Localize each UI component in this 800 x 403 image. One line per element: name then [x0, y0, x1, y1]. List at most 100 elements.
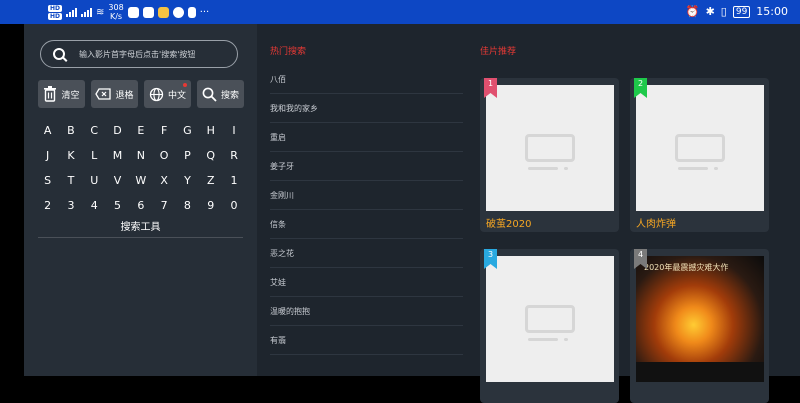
- movie-thumbnail-placeholder: [636, 85, 764, 211]
- clear-button[interactable]: 清空: [38, 80, 85, 108]
- clear-label: 清空: [61, 90, 80, 101]
- movie-card[interactable]: 2 人肉炸弹: [630, 78, 769, 232]
- poster-image: 2020年最震撼灾难大作: [636, 256, 764, 362]
- key-r[interactable]: R: [222, 149, 245, 162]
- key-x[interactable]: X: [152, 174, 175, 187]
- more-icon: ···: [199, 6, 210, 18]
- key-7[interactable]: 7: [152, 199, 175, 212]
- key-q[interactable]: Q: [199, 149, 222, 162]
- key-l[interactable]: L: [83, 149, 106, 162]
- key-0[interactable]: 0: [222, 199, 245, 212]
- tv-icon: [675, 134, 725, 170]
- key-4[interactable]: 4: [83, 199, 106, 212]
- keyboard-row: ABCDEFGHI: [36, 118, 246, 143]
- wechat-icon: [127, 6, 139, 18]
- signal-icon: [81, 7, 93, 17]
- chinese-input-button[interactable]: 中文: [144, 80, 191, 108]
- key-k[interactable]: K: [59, 149, 82, 162]
- movie-card[interactable]: 1 破茧2020: [480, 78, 619, 232]
- key-6[interactable]: 6: [129, 199, 152, 212]
- upload-icon: [187, 6, 196, 18]
- search-box[interactable]: [40, 40, 238, 68]
- recommendation-title: 佳片推荐: [480, 47, 517, 57]
- hot-search-item[interactable]: 八佰: [270, 65, 463, 94]
- status-left: HD HD ≋ 308 K/s ···: [48, 3, 209, 21]
- network-speed-unit: K/s: [109, 12, 123, 21]
- key-o[interactable]: O: [152, 149, 175, 162]
- hot-search-title: 热门搜索: [270, 47, 307, 57]
- key-p[interactable]: P: [176, 149, 199, 162]
- hot-search-item[interactable]: 姜子牙: [270, 152, 463, 181]
- hot-search-item[interactable]: 信条: [270, 210, 463, 239]
- clock: 15:00: [756, 5, 788, 18]
- hot-search-item[interactable]: 金刚川: [270, 181, 463, 210]
- hot-search-item[interactable]: 恶之花: [270, 239, 463, 268]
- movie-poster: 2020年最震撼灾难大作: [636, 256, 764, 382]
- key-s[interactable]: S: [36, 174, 59, 187]
- status-right: ⏰ ✱ ▯ 99 15:00: [686, 5, 788, 18]
- movie-title: 破茧2020: [486, 219, 532, 230]
- hot-search-item[interactable]: 我和我的家乡: [270, 94, 463, 123]
- key-z[interactable]: Z: [199, 174, 222, 187]
- backspace-button[interactable]: 退格: [91, 80, 138, 108]
- key-3[interactable]: 3: [59, 199, 82, 212]
- network-speed-value: 308: [108, 3, 124, 12]
- tv-icon: [525, 305, 575, 341]
- app-window: 清空 退格 中文 搜索 ABCDEFGHIJKLMNOPQRSTUVWXYZ12…: [24, 24, 800, 403]
- keyboard-row: STUVWXYZ1: [36, 168, 246, 193]
- key-c[interactable]: C: [83, 124, 106, 137]
- key-v[interactable]: V: [106, 174, 129, 187]
- hot-search-list: 八佰 我和我的家乡 重启 姜子牙 金刚川 信条 恶之花 艾娃 温暖的抱抱 有翡: [270, 65, 463, 355]
- chinese-label: 中文: [167, 90, 186, 101]
- globe-icon: [149, 87, 164, 101]
- hot-search-item[interactable]: 有翡: [270, 326, 463, 355]
- key-n[interactable]: N: [129, 149, 152, 162]
- key-w[interactable]: W: [129, 174, 152, 187]
- key-b[interactable]: B: [59, 124, 82, 137]
- key-d[interactable]: D: [106, 124, 129, 137]
- backspace-icon: [95, 88, 112, 100]
- search-icon: [53, 48, 65, 60]
- poster-text: 2020年最震撼灾难大作: [644, 263, 729, 272]
- key-h[interactable]: H: [199, 124, 222, 137]
- key-y[interactable]: Y: [176, 174, 199, 187]
- key-j[interactable]: J: [36, 149, 59, 162]
- hot-search-item[interactable]: 温暖的抱抱: [270, 297, 463, 326]
- key-g[interactable]: G: [176, 124, 199, 137]
- key-5[interactable]: 5: [106, 199, 129, 212]
- key-e[interactable]: E: [129, 124, 152, 137]
- key-i[interactable]: I: [222, 124, 245, 137]
- movie-thumbnail-placeholder: [486, 256, 614, 382]
- key-9[interactable]: 9: [199, 199, 222, 212]
- key-f[interactable]: F: [152, 124, 175, 137]
- search-tools-label: 搜索工具: [38, 218, 243, 238]
- key-t[interactable]: T: [59, 174, 82, 187]
- signal-icon: [66, 7, 78, 17]
- gallery-icon: [157, 6, 169, 18]
- recommendation-section: 佳片推荐 1 破茧2020 2 人肉炸弹 3 2020年最震撼灾难大作 4: [480, 44, 780, 403]
- search-button[interactable]: 搜索: [197, 80, 244, 108]
- key-8[interactable]: 8: [176, 199, 199, 212]
- backspace-label: 退格: [115, 90, 134, 101]
- movie-card[interactable]: 3: [480, 249, 619, 403]
- hd-icon: HD HD: [48, 4, 63, 20]
- status-bar: HD HD ≋ 308 K/s ··· ⏰ ✱ ▯ 99 15:00: [0, 0, 800, 24]
- key-u[interactable]: U: [83, 174, 106, 187]
- keyboard-row: 234567890: [36, 193, 246, 218]
- search-label: 搜索: [220, 90, 239, 101]
- key-1[interactable]: 1: [222, 174, 245, 187]
- hot-search-section: 热门搜索 八佰 我和我的家乡 重启 姜子牙 金刚川 信条 恶之花 艾娃 温暖的抱抱 有翡: [270, 44, 463, 355]
- movie-card[interactable]: 2020年最震撼灾难大作 4: [630, 249, 769, 403]
- wechat-icon: [142, 6, 154, 18]
- bluetooth-icon: ✱: [705, 5, 715, 18]
- key-a[interactable]: A: [36, 124, 59, 137]
- hot-search-item[interactable]: 艾娃: [270, 268, 463, 297]
- action-buttons: 清空 退格 中文 搜索: [38, 80, 244, 108]
- key-2[interactable]: 2: [36, 199, 59, 212]
- alarm-icon: ⏰: [685, 5, 700, 18]
- key-m[interactable]: M: [106, 149, 129, 162]
- hot-search-item[interactable]: 重启: [270, 123, 463, 152]
- search-input[interactable]: [77, 48, 231, 60]
- search-panel: 清空 退格 中文 搜索 ABCDEFGHIJKLMNOPQRSTUVWXYZ12…: [24, 24, 257, 376]
- keyboard-row: JKLMNOPQR: [36, 143, 246, 168]
